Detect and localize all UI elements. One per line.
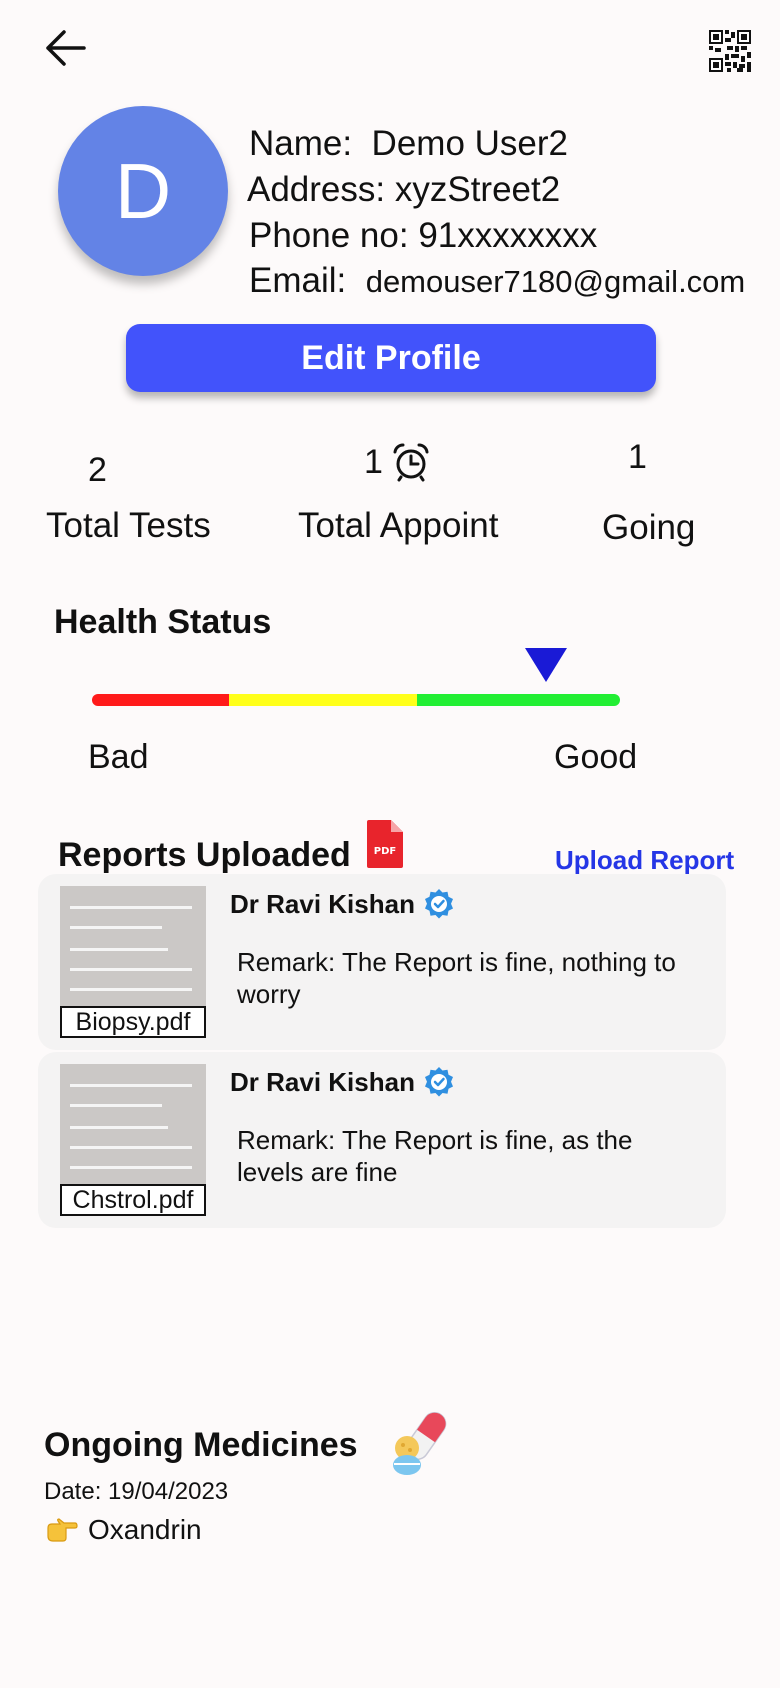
- avatar: D: [58, 106, 228, 276]
- alarm-clock-icon: [393, 443, 429, 482]
- health-scale-bad-label: Bad: [88, 738, 149, 776]
- health-level-marker: [525, 648, 568, 682]
- going-count: 1: [628, 438, 647, 476]
- profile-phone: Phone no: 91xxxxxxxx: [249, 216, 597, 256]
- total-tests-label: Total Tests: [46, 506, 211, 545]
- health-status-bar: [92, 694, 620, 706]
- doctor-name: Dr Ravi Kishan: [230, 888, 415, 919]
- pdf-file-icon: PDF: [367, 820, 403, 868]
- report-thumbnail[interactable]: Chstrol.pdf: [60, 1064, 206, 1216]
- qr-code-icon: [709, 30, 751, 72]
- health-scale-good-label: Good: [554, 738, 638, 776]
- report-remark: Remark: The Report is fine, nothing to w…: [237, 947, 676, 1009]
- name-value: Demo User2: [371, 124, 568, 163]
- svg-text:PDF: PDF: [374, 846, 396, 857]
- report-thumbnail[interactable]: Biopsy.pdf: [60, 886, 206, 1038]
- going-label: Going: [602, 508, 696, 547]
- profile-address: Address: xyzStreet2: [247, 170, 560, 210]
- email-value: demouser7180@gmail.com: [365, 264, 746, 299]
- report-card[interactable]: Biopsy.pdf Dr Ravi Kishan Remark: The Re…: [38, 874, 726, 1050]
- upload-report-link[interactable]: Upload Report: [555, 845, 734, 876]
- report-card[interactable]: Chstrol.pdf Dr Ravi Kishan Remark: The R…: [38, 1052, 726, 1228]
- profile-email: Email: demouser7180@gmail.com: [249, 261, 745, 301]
- medicine-item: Oxandrin: [46, 1514, 202, 1546]
- medicine-name: Oxandrin: [88, 1514, 202, 1545]
- reports-uploaded-title: Reports Uploaded: [58, 836, 351, 874]
- health-bar-segment-medium: [229, 694, 417, 706]
- total-appointments-count-row: 1: [364, 442, 431, 482]
- verified-badge-icon: [424, 889, 453, 919]
- medicine-date: Date: 19/04/2023: [44, 1478, 229, 1505]
- report-file-name: Chstrol.pdf: [60, 1184, 206, 1216]
- report-file-name: Biopsy.pdf: [60, 1006, 206, 1038]
- arrow-left-icon: [46, 30, 86, 66]
- health-status-title: Health Status: [54, 603, 272, 641]
- health-bar-segment-bad: [92, 694, 230, 706]
- total-appointments-label: Total Appoint: [298, 506, 499, 545]
- pointing-hand-icon: [47, 1518, 78, 1542]
- doctor-name: Dr Ravi Kishan: [230, 1066, 415, 1097]
- edit-profile-button[interactable]: Edit Profile: [126, 324, 656, 392]
- address-label: Address:: [247, 170, 386, 209]
- email-label: Email:: [249, 261, 347, 300]
- total-appointments-count: 1: [364, 442, 383, 481]
- report-doctor: Dr Ravi Kishan: [230, 888, 455, 920]
- back-button[interactable]: [40, 26, 90, 70]
- name-label: Name:: [249, 124, 353, 163]
- report-remark: Remark: The Report is fine, as the level…: [237, 1125, 633, 1187]
- ongoing-medicines-title: Ongoing Medicines: [44, 1426, 358, 1464]
- pills-icon: [393, 1411, 447, 1475]
- profile-name: Name: Demo User2: [249, 124, 568, 164]
- avatar-letter: D: [114, 146, 172, 235]
- phone-label: Phone no:: [249, 216, 409, 255]
- total-tests-count: 2: [88, 451, 107, 489]
- phone-value: 91xxxxxxxx: [418, 216, 598, 255]
- health-bar-segment-good: [416, 694, 620, 706]
- address-value: xyzStreet2: [394, 170, 561, 209]
- report-doctor: Dr Ravi Kishan: [230, 1066, 455, 1098]
- verified-badge-icon: [424, 1067, 453, 1097]
- qr-code-button[interactable]: [709, 30, 751, 72]
